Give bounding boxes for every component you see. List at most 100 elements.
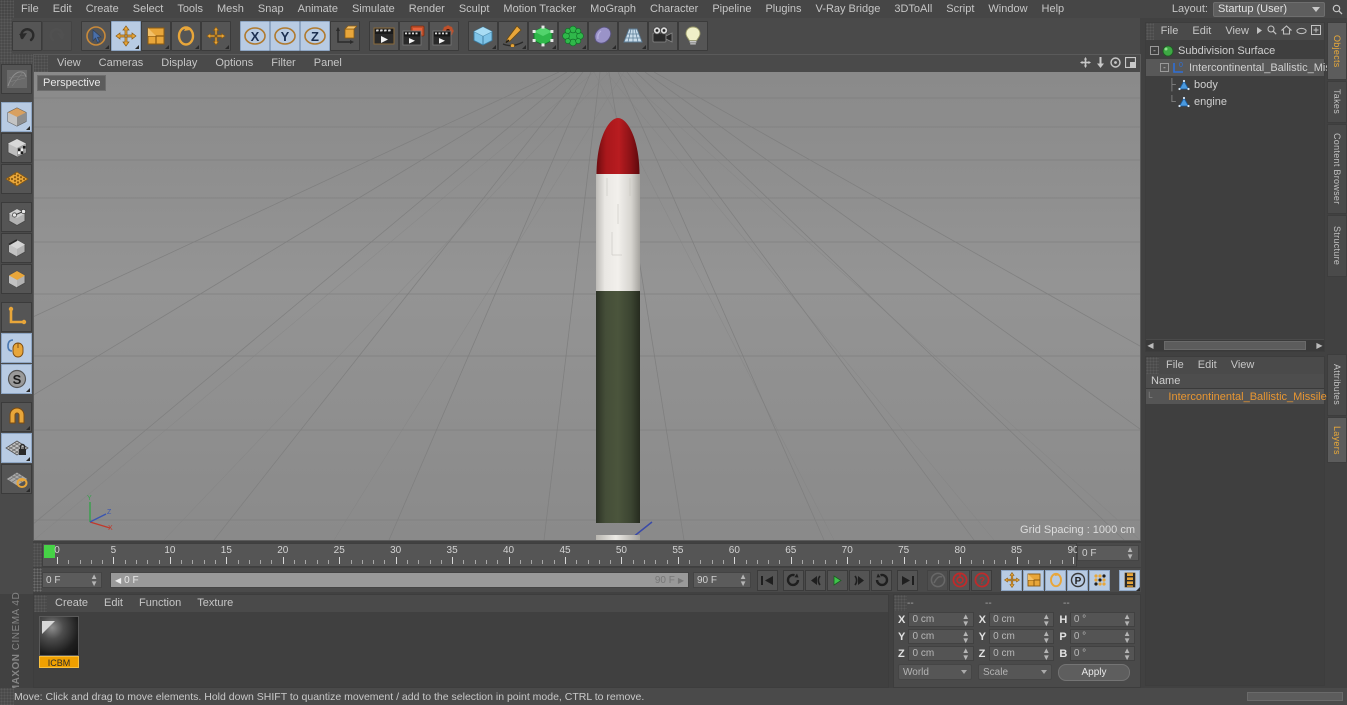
scale-view-icon[interactable]: [1095, 57, 1106, 71]
coord-field-size-x[interactable]: 0 cm ▲ ▼: [989, 612, 1055, 627]
scrub-right-arrow-icon[interactable]: ▶: [678, 576, 684, 585]
stepper-icon[interactable]: ▲ ▼: [962, 612, 970, 627]
layer-menu-edit[interactable]: Edit: [1191, 357, 1224, 374]
home-icon[interactable]: [1280, 25, 1293, 38]
menu-item-render[interactable]: Render: [402, 0, 452, 18]
3d-viewport-canvas[interactable]: Y X Z: [34, 72, 1140, 540]
stepper-icon[interactable]: ▲ ▼: [1042, 612, 1050, 627]
menu-item-create[interactable]: Create: [79, 0, 126, 18]
scrub-left-arrow-icon[interactable]: ◀: [115, 576, 121, 585]
menu-item-select[interactable]: Select: [126, 0, 171, 18]
coord-field-rot-b[interactable]: 0 ° ▲ ▼: [1069, 646, 1136, 661]
stepper-icon[interactable]: ▲ ▼: [739, 573, 747, 588]
menu-item-script[interactable]: Script: [939, 0, 981, 18]
move-tool[interactable]: [111, 21, 141, 51]
tab-attributes[interactable]: Attributes: [1327, 354, 1347, 416]
add-cube-button[interactable]: [468, 21, 498, 51]
layer-row-intercontinental-ballistic-missile[interactable]: └ Intercontinental_Ballistic_Missile: [1146, 389, 1327, 404]
coordinate-mode-dropdown[interactable]: Scale: [978, 664, 1052, 680]
menu-item-mograph[interactable]: MoGraph: [583, 0, 643, 18]
record-active-objects-button[interactable]: [949, 569, 970, 591]
coord-field-rot-h[interactable]: 0 ° ▲ ▼: [1069, 612, 1136, 627]
menu-item-edit[interactable]: Edit: [46, 0, 79, 18]
goto-start-button[interactable]: [757, 569, 778, 591]
live-selection-tool[interactable]: [81, 21, 111, 51]
expander-icon[interactable]: -: [1150, 46, 1159, 55]
material-manager-body[interactable]: ICBM: [34, 612, 888, 687]
current-frame-field[interactable]: 0 F ▲ ▼: [42, 572, 102, 588]
chevron-right-icon[interactable]: [1256, 26, 1263, 38]
menu-item-mesh[interactable]: Mesh: [210, 0, 251, 18]
stepper-icon[interactable]: ▲ ▼: [962, 629, 970, 644]
viewport-menu-cameras[interactable]: Cameras: [90, 55, 153, 72]
toolbar-grip[interactable]: [0, 18, 12, 54]
render-to-picture-viewer-button[interactable]: [399, 21, 429, 51]
timeline-scrubber[interactable]: ◀ 0 F 90 F ▶: [110, 572, 689, 588]
add-spline-button[interactable]: [498, 21, 528, 51]
viewport-menu-panel[interactable]: Panel: [305, 55, 351, 72]
soft-selection-button[interactable]: S: [1, 364, 32, 394]
stepper-icon[interactable]: ▲ ▼: [1123, 612, 1131, 627]
record-position-button[interactable]: [1001, 569, 1022, 591]
menu-item-file[interactable]: File: [14, 0, 46, 18]
playbar-grip[interactable]: [33, 568, 42, 592]
goto-end-button[interactable]: [897, 569, 918, 591]
stepper-icon[interactable]: ▲ ▼: [1042, 646, 1050, 661]
coord-field-pos-y[interactable]: 0 cm ▲ ▼: [908, 629, 974, 644]
tab-layers[interactable]: Layers: [1327, 417, 1347, 463]
object-manager-hscrollbar[interactable]: ◀ ▶: [1146, 340, 1324, 351]
scale-tool[interactable]: [141, 21, 171, 51]
viewport-menu-view[interactable]: View: [48, 55, 90, 72]
play-loop-button[interactable]: [871, 569, 892, 591]
redo-button[interactable]: [42, 21, 72, 51]
expander-icon[interactable]: -: [1160, 63, 1169, 72]
material-menu-texture[interactable]: Texture: [189, 595, 241, 612]
coord-field-size-y[interactable]: 0 cm ▲ ▼: [989, 629, 1055, 644]
object-tree[interactable]: - Subdivision Surface - 0 Intercontinent…: [1146, 40, 1347, 339]
material-menu-function[interactable]: Function: [131, 595, 189, 612]
menu-item-vray-bridge[interactable]: V-Ray Bridge: [809, 0, 888, 18]
object-menu-file[interactable]: File: [1154, 23, 1186, 40]
tab-takes[interactable]: Takes: [1327, 81, 1347, 123]
material-thumbnail-icbm[interactable]: ICBM: [39, 616, 79, 668]
add-deformer-button[interactable]: [558, 21, 588, 51]
tab-structure[interactable]: Structure: [1327, 215, 1347, 277]
add-scene-floor-button[interactable]: [618, 21, 648, 51]
magnet-button[interactable]: [1, 402, 32, 432]
timeline-end-field[interactable]: 0 F ▲ ▼: [1077, 545, 1139, 561]
tab-objects[interactable]: Objects: [1327, 22, 1347, 80]
layer-menu-file[interactable]: File: [1159, 357, 1191, 374]
menu-item-character[interactable]: Character: [643, 0, 705, 18]
timeline-grip[interactable]: [33, 543, 42, 567]
record-scale-button[interactable]: [1023, 569, 1044, 591]
stepper-icon[interactable]: ▲ ▼: [1123, 629, 1131, 644]
menu-grip[interactable]: [0, 0, 14, 18]
menu-item-sculpt[interactable]: Sculpt: [452, 0, 497, 18]
scroll-thumb[interactable]: [1164, 341, 1306, 350]
menu-item-pipeline[interactable]: Pipeline: [705, 0, 758, 18]
coord-field-pos-z[interactable]: 0 cm ▲ ▼: [908, 646, 974, 661]
range-end-field[interactable]: 90 F ▲ ▼: [693, 572, 751, 588]
menu-item-help[interactable]: Help: [1035, 0, 1072, 18]
add-generator-button[interactable]: [528, 21, 558, 51]
scroll-right-arrow-icon[interactable]: ▶: [1315, 341, 1324, 350]
maximize-view-icon[interactable]: [1124, 56, 1137, 71]
stepper-icon[interactable]: ▲ ▼: [1126, 546, 1134, 561]
expand-icon[interactable]: [1311, 25, 1321, 38]
texture-mode-button[interactable]: [1, 133, 32, 163]
timeline-ruler[interactable]: 0 5 10 15 20 25 30 35 40 45 50 55 60 65 70 75 80 85 90: [42, 543, 1079, 567]
render-settings-button[interactable]: [429, 21, 459, 51]
left-toolbar-grip[interactable]: [0, 54, 33, 64]
material-manager-grip[interactable]: [34, 595, 47, 612]
object-menu-view[interactable]: View: [1218, 23, 1256, 40]
stepper-icon[interactable]: ▲ ▼: [90, 573, 98, 588]
play-backwards-button[interactable]: [783, 569, 804, 591]
layer-manager-grip[interactable]: [1146, 357, 1159, 374]
stepper-icon[interactable]: ▲ ▼: [1123, 646, 1131, 661]
menu-item-3dtoall[interactable]: 3DToAll: [887, 0, 939, 18]
add-camera-button[interactable]: [648, 21, 678, 51]
status-bar-grip[interactable]: [0, 688, 14, 705]
material-menu-edit[interactable]: Edit: [96, 595, 131, 612]
search-icon[interactable]: [1329, 2, 1345, 16]
record-pla-button[interactable]: [1089, 569, 1110, 591]
